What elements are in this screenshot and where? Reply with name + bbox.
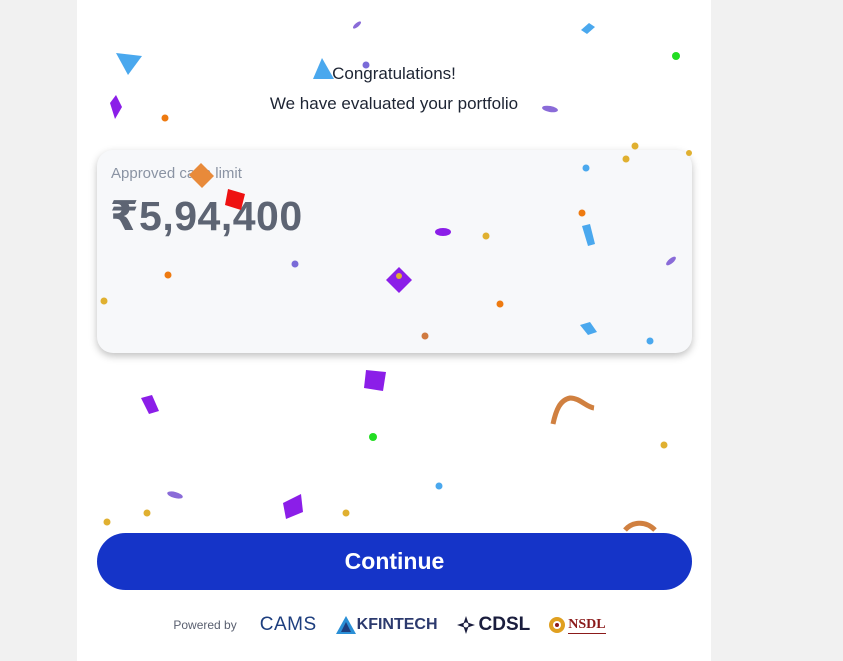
approved-limit-card: Approved cash limit ₹5,94,400 bbox=[97, 150, 692, 353]
kfintech-logo: KFINTECH bbox=[335, 615, 438, 635]
powered-by-label: Powered by bbox=[173, 618, 237, 632]
approved-limit-label: Approved cash limit bbox=[111, 165, 242, 182]
cams-logo-text: CAMS bbox=[259, 614, 317, 635]
cams-logo: CAMS bbox=[260, 614, 317, 636]
cdsl-logo: CDSL bbox=[456, 614, 531, 636]
nsdl-logo-text: NSDL bbox=[568, 616, 606, 634]
evaluation-panel: Congratulations! We have evaluated your … bbox=[77, 0, 711, 661]
cdsl-logo-text: CDSL bbox=[478, 614, 531, 635]
portfolio-evaluated-subtitle: We have evaluated your portfolio bbox=[269, 94, 519, 113]
kfintech-logo-text: KFINTECH bbox=[356, 616, 438, 633]
nsdl-logo: NSDL bbox=[548, 616, 606, 634]
powered-by-footer: Powered by CAMS KFINTECH CDSL NSDL bbox=[77, 610, 711, 640]
kfintech-mark-icon bbox=[335, 616, 356, 634]
cdsl-mark-icon bbox=[456, 616, 475, 634]
continue-button[interactable]: Continue bbox=[97, 533, 692, 590]
congratulations-title: Congratulations! bbox=[332, 64, 456, 83]
nsdl-mark-icon bbox=[549, 617, 566, 633]
approved-limit-amount: ₹5,94,400 bbox=[110, 193, 303, 239]
